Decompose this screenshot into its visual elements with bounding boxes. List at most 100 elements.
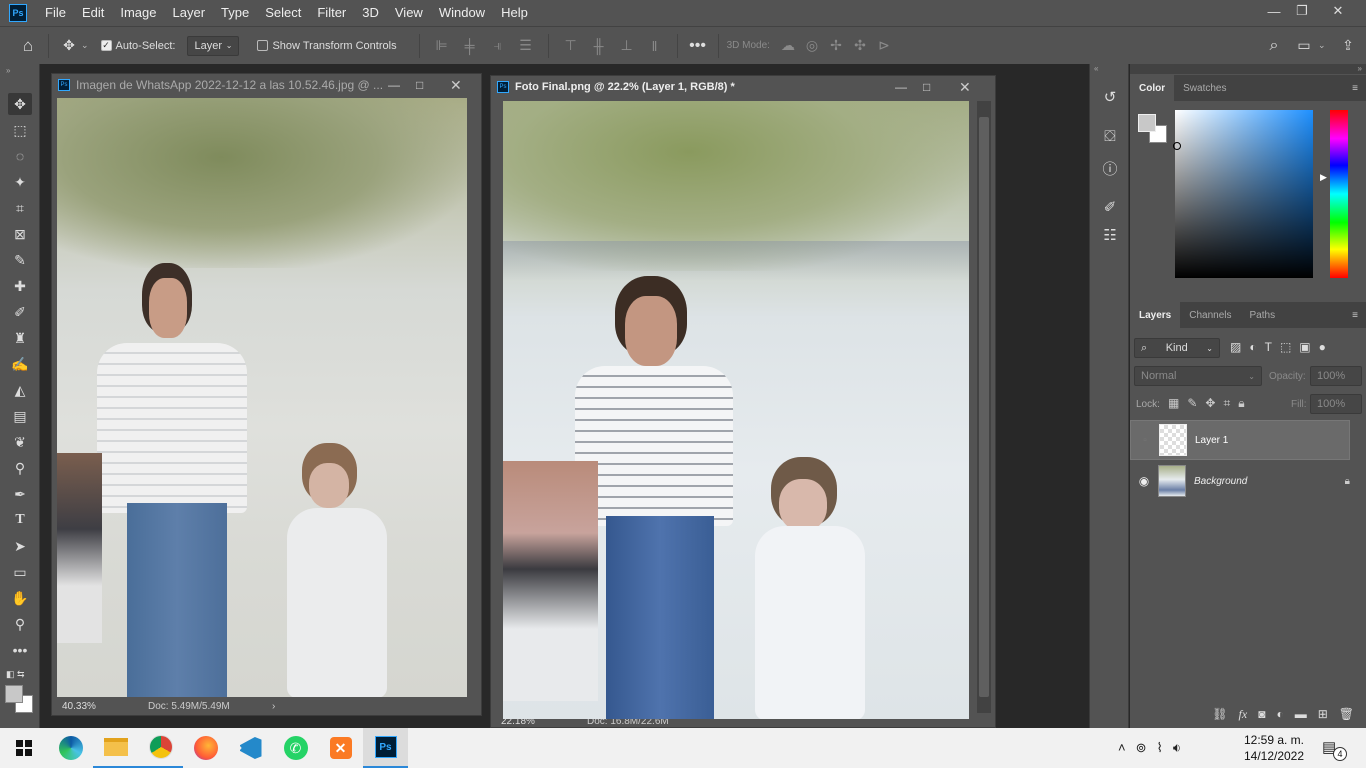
align-bottom-icon[interactable]: ⊥ (613, 37, 641, 54)
move-tool-preset-icon[interactable]: ✥ (57, 37, 81, 54)
align-top-icon[interactable]: ⊤ (557, 37, 585, 54)
align-center-icon[interactable]: ╪ (456, 38, 484, 54)
panel-menu-icon[interactable]: ≡ (1352, 302, 1366, 328)
lock-icon[interactable]: 🔒︎ (1345, 476, 1350, 487)
document-2-titlebar[interactable]: Ps Foto Final.png @ 22.2% (Layer 1, RGB/… (491, 76, 995, 98)
auto-select-checkbox[interactable]: ✓ Auto-Select: (100, 40, 175, 52)
tab-layers[interactable]: Layers (1130, 302, 1181, 328)
tab-swatches[interactable]: Swatches (1174, 75, 1235, 101)
lock-position-icon[interactable]: ✥ (1205, 396, 1215, 411)
delete-layer-icon[interactable]: 🗑︎ (1339, 707, 1354, 721)
minimize-icon[interactable]: — (895, 80, 907, 94)
chevron-right-icon[interactable]: › (272, 701, 275, 712)
document-1-titlebar[interactable]: Ps Imagen de WhatsApp 2022-12-12 a las 1… (52, 74, 481, 96)
frame-tool-icon[interactable]: ⊠ (8, 223, 32, 245)
color-field[interactable] (1173, 110, 1313, 278)
info-icon[interactable]: ⓘ (1100, 158, 1120, 178)
move-tool-icon[interactable]: ✥ (8, 93, 32, 115)
3d-icon[interactable]: ⛋ (1100, 128, 1120, 148)
color-picker-cursor[interactable] (1173, 142, 1181, 150)
rectangle-tool-icon[interactable]: ▭ (8, 561, 32, 583)
link-layers-icon[interactable]: ⛓ (1212, 707, 1227, 721)
restore-app-icon[interactable]: ❐ (1284, 0, 1320, 22)
lock-paint-icon[interactable]: ✎ (1187, 396, 1197, 411)
layer-row-background[interactable]: ◉ Background 🔒︎ (1130, 461, 1350, 501)
menu-select[interactable]: Select (257, 0, 309, 26)
collapse-icon[interactable]: » (1130, 64, 1366, 74)
clock[interactable]: 12:59 a. m. 14/12/2022 (1238, 732, 1310, 764)
visibility-toggle-off[interactable]: ▫ (1131, 435, 1159, 446)
lasso-tool-icon[interactable]: ◌ (8, 145, 32, 167)
close-app-icon[interactable]: ✕ (1320, 0, 1356, 22)
collapse-icon[interactable]: « (1094, 64, 1098, 73)
layer-name[interactable]: Background (1194, 476, 1247, 487)
tab-paths[interactable]: Paths (1241, 302, 1285, 328)
eraser-tool-icon[interactable]: ◭ (8, 379, 32, 401)
clone-stamp-tool-icon[interactable]: ♜ (8, 327, 32, 349)
history-brush-tool-icon[interactable]: ✍ (8, 353, 32, 375)
hue-slider-handle[interactable]: ▶ (1320, 172, 1327, 183)
network-icon[interactable]: ⌇ (1157, 740, 1163, 756)
brush-tool-icon[interactable]: ✐ (8, 301, 32, 323)
vscode-icon[interactable] (228, 728, 273, 768)
show-transform-controls-checkbox[interactable]: Show Transform Controls (257, 40, 397, 52)
3d-orbit-icon[interactable]: ☁ (776, 37, 800, 54)
menu-help[interactable]: Help (493, 0, 536, 26)
foreground-color-swatch[interactable] (1138, 114, 1156, 132)
fx-icon[interactable]: fx (1239, 707, 1248, 722)
photoshop-taskbar-icon[interactable]: Ps (363, 728, 408, 768)
brush-settings-icon[interactable]: ✐ (1100, 198, 1120, 218)
3d-pan-icon[interactable]: ✢ (824, 37, 848, 54)
3d-roll-icon[interactable]: ◎ (800, 37, 824, 54)
distribute-icon[interactable]: ☰ (512, 37, 540, 54)
filter-smartobject-icon[interactable]: ▣ (1299, 340, 1310, 354)
lock-artboard-icon[interactable]: ⌗ (1223, 396, 1230, 411)
menu-file[interactable]: File (37, 0, 74, 26)
pen-tool-icon[interactable]: ✒ (8, 483, 32, 505)
menu-edit[interactable]: Edit (74, 0, 112, 26)
3d-slide-icon[interactable]: ✣ (848, 37, 872, 54)
zoom-tool-icon[interactable]: ⚲ (8, 613, 32, 635)
checkbox-checked-icon[interactable]: ✓ (100, 40, 112, 51)
minimize-icon[interactable]: — (388, 78, 400, 92)
crop-tool-icon[interactable]: ⌗ (8, 197, 32, 219)
panel-menu-icon[interactable]: ≡ (1352, 75, 1366, 101)
menu-view[interactable]: View (387, 0, 431, 26)
new-group-icon[interactable]: ▬ (1295, 707, 1307, 721)
menu-filter[interactable]: Filter (309, 0, 354, 26)
workspace-icon[interactable]: ▭ (1292, 37, 1316, 54)
menu-type[interactable]: Type (213, 0, 257, 26)
healing-brush-tool-icon[interactable]: ✚ (8, 275, 32, 297)
auto-select-dropdown[interactable]: Layer ⌄ (187, 35, 240, 56)
path-selection-tool-icon[interactable]: ➤ (8, 535, 32, 557)
menu-image[interactable]: Image (112, 0, 164, 26)
layer-filter-dropdown[interactable]: ⌕ Kind ⌄ (1134, 338, 1220, 358)
chevron-down-icon[interactable]: ⌄ (1318, 40, 1326, 51)
history-icon[interactable]: ↺ (1100, 88, 1120, 108)
chrome-icon[interactable] (138, 728, 183, 768)
filter-shape-icon[interactable]: ⬚ (1280, 340, 1291, 354)
blend-mode-dropdown[interactable]: Normal ⌄ (1134, 366, 1262, 386)
tab-channels[interactable]: Channels (1180, 302, 1240, 328)
magic-wand-tool-icon[interactable]: ✦ (8, 171, 32, 193)
hand-tool-icon[interactable]: ✋ (8, 587, 32, 609)
opacity-field[interactable]: 100% (1310, 366, 1362, 386)
photo-restored[interactable] (503, 101, 969, 720)
zoom-level[interactable]: 40.33% (62, 701, 132, 712)
menu-3d[interactable]: 3D (354, 0, 387, 26)
lock-transparent-icon[interactable]: ▦ (1168, 396, 1179, 411)
home-icon[interactable]: ⌂ (16, 36, 40, 56)
filter-toggle-icon[interactable]: ● (1319, 340, 1326, 354)
adjustments-icon[interactable]: ☷ (1100, 226, 1120, 246)
zoom-level[interactable]: 22.18% (501, 719, 571, 727)
vertical-scrollbar[interactable] (977, 101, 991, 713)
fill-field[interactable]: 100% (1310, 394, 1362, 414)
layer-row-layer1[interactable]: ▫ Layer 1 (1130, 420, 1350, 460)
filter-pixel-icon[interactable]: ▨ (1230, 340, 1241, 354)
filter-adjustment-icon[interactable]: ◐ (1249, 340, 1256, 354)
more-options-icon[interactable]: ••• (686, 37, 710, 55)
hue-slider[interactable] (1330, 110, 1348, 278)
distribute-vertical-icon[interactable]: ‖ (641, 38, 669, 54)
align-left-icon[interactable]: ⊫ (428, 37, 456, 54)
foreground-color-swatch[interactable] (5, 685, 23, 703)
